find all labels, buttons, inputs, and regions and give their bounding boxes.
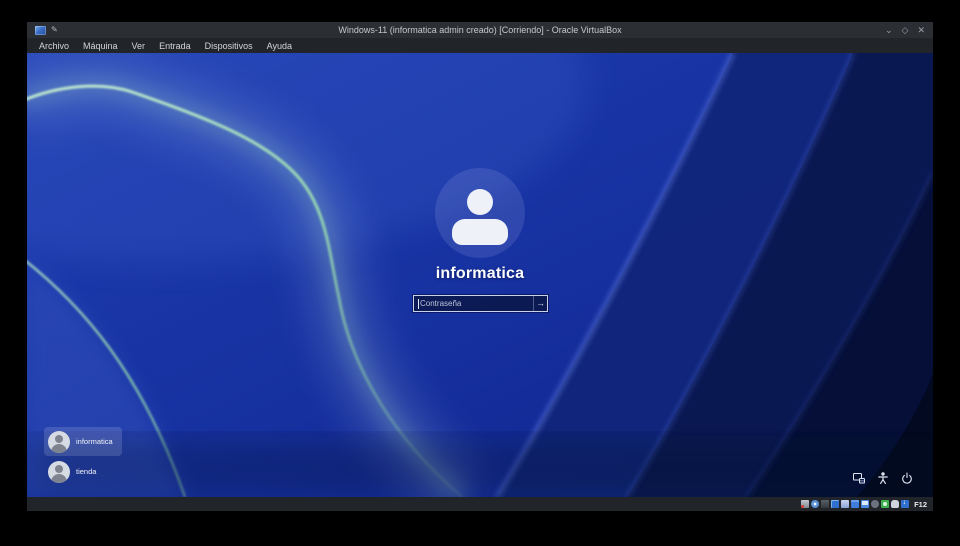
shared-folders-status-icon[interactable] — [851, 500, 860, 508]
network-icon — [852, 472, 865, 483]
user-avatar-large — [435, 168, 525, 258]
menu-ayuda[interactable]: Ayuda — [261, 40, 298, 52]
power-icon — [901, 471, 912, 484]
signed-in-username: informatica — [435, 265, 525, 282]
user-item-label: tienda — [76, 467, 97, 476]
pencil-icon: ✎ — [51, 25, 58, 34]
ease-of-access-icon — [877, 471, 888, 484]
network-status-icon[interactable] — [831, 500, 840, 508]
window-controls: ⌄ ◇ ✕ — [805, 25, 925, 35]
menu-archivo[interactable]: Archivo — [33, 40, 75, 52]
minimize-button[interactable]: ⌄ — [885, 25, 893, 35]
virtualbox-vm-icon — [35, 25, 46, 35]
hard-disks-status-icon[interactable] — [801, 500, 810, 508]
avatar-person-icon — [467, 189, 493, 215]
arrow-right-icon: → — [536, 298, 545, 308]
login-quick-actions — [851, 470, 914, 485]
user-item-label: informatica — [76, 437, 113, 446]
user-avatar-icon — [48, 430, 70, 453]
menu-ver[interactable]: Ver — [126, 40, 152, 52]
network-button[interactable] — [851, 470, 866, 485]
user-item-tienda[interactable]: tienda — [44, 457, 122, 486]
host-key-label: F12 — [914, 499, 927, 509]
menu-maquina[interactable]: Máquina — [77, 40, 124, 52]
password-input[interactable] — [414, 296, 533, 311]
optical-drives-status-icon[interactable] — [811, 500, 820, 508]
user-avatar-icon — [48, 460, 70, 483]
keyboard-status-icon[interactable] — [901, 499, 910, 508]
vm-screen: informatica → informatica tienda — [27, 53, 933, 497]
recording-status-icon[interactable] — [871, 500, 880, 508]
mouse-integration-status-icon[interactable] — [891, 500, 900, 508]
menubar: Archivo Máquina Ver Entrada Dispositivos… — [27, 38, 933, 53]
user-list: informatica tienda — [44, 427, 122, 487]
display-status-icon[interactable] — [861, 500, 870, 508]
vbox-statusbar: F12 — [27, 497, 933, 511]
power-button[interactable] — [899, 470, 914, 485]
window-title: Windows-11 (informatica admin creado) [C… — [338, 25, 622, 35]
menu-dispositivos[interactable]: Dispositivos — [199, 40, 259, 52]
text-caret — [418, 299, 419, 309]
virtualbox-window: ✎ Windows-11 (informatica admin creado) … — [27, 22, 933, 511]
titlebar: ✎ Windows-11 (informatica admin creado) … — [27, 22, 933, 38]
titlebar-left: ✎ — [35, 25, 155, 35]
restore-button[interactable]: ◇ — [902, 25, 909, 35]
audio-status-icon[interactable] — [821, 500, 830, 508]
screenshot-stage: ✎ Windows-11 (informatica admin creado) … — [0, 0, 960, 546]
features-status-icon[interactable] — [881, 500, 890, 508]
usb-status-icon[interactable] — [841, 500, 850, 508]
close-button[interactable]: ✕ — [917, 25, 925, 35]
menu-entrada[interactable]: Entrada — [153, 40, 197, 52]
user-item-informatica[interactable]: informatica — [44, 427, 122, 456]
ease-of-access-button[interactable] — [875, 470, 890, 485]
submit-password-button[interactable]: → — [533, 296, 547, 311]
password-box: → — [413, 295, 548, 312]
